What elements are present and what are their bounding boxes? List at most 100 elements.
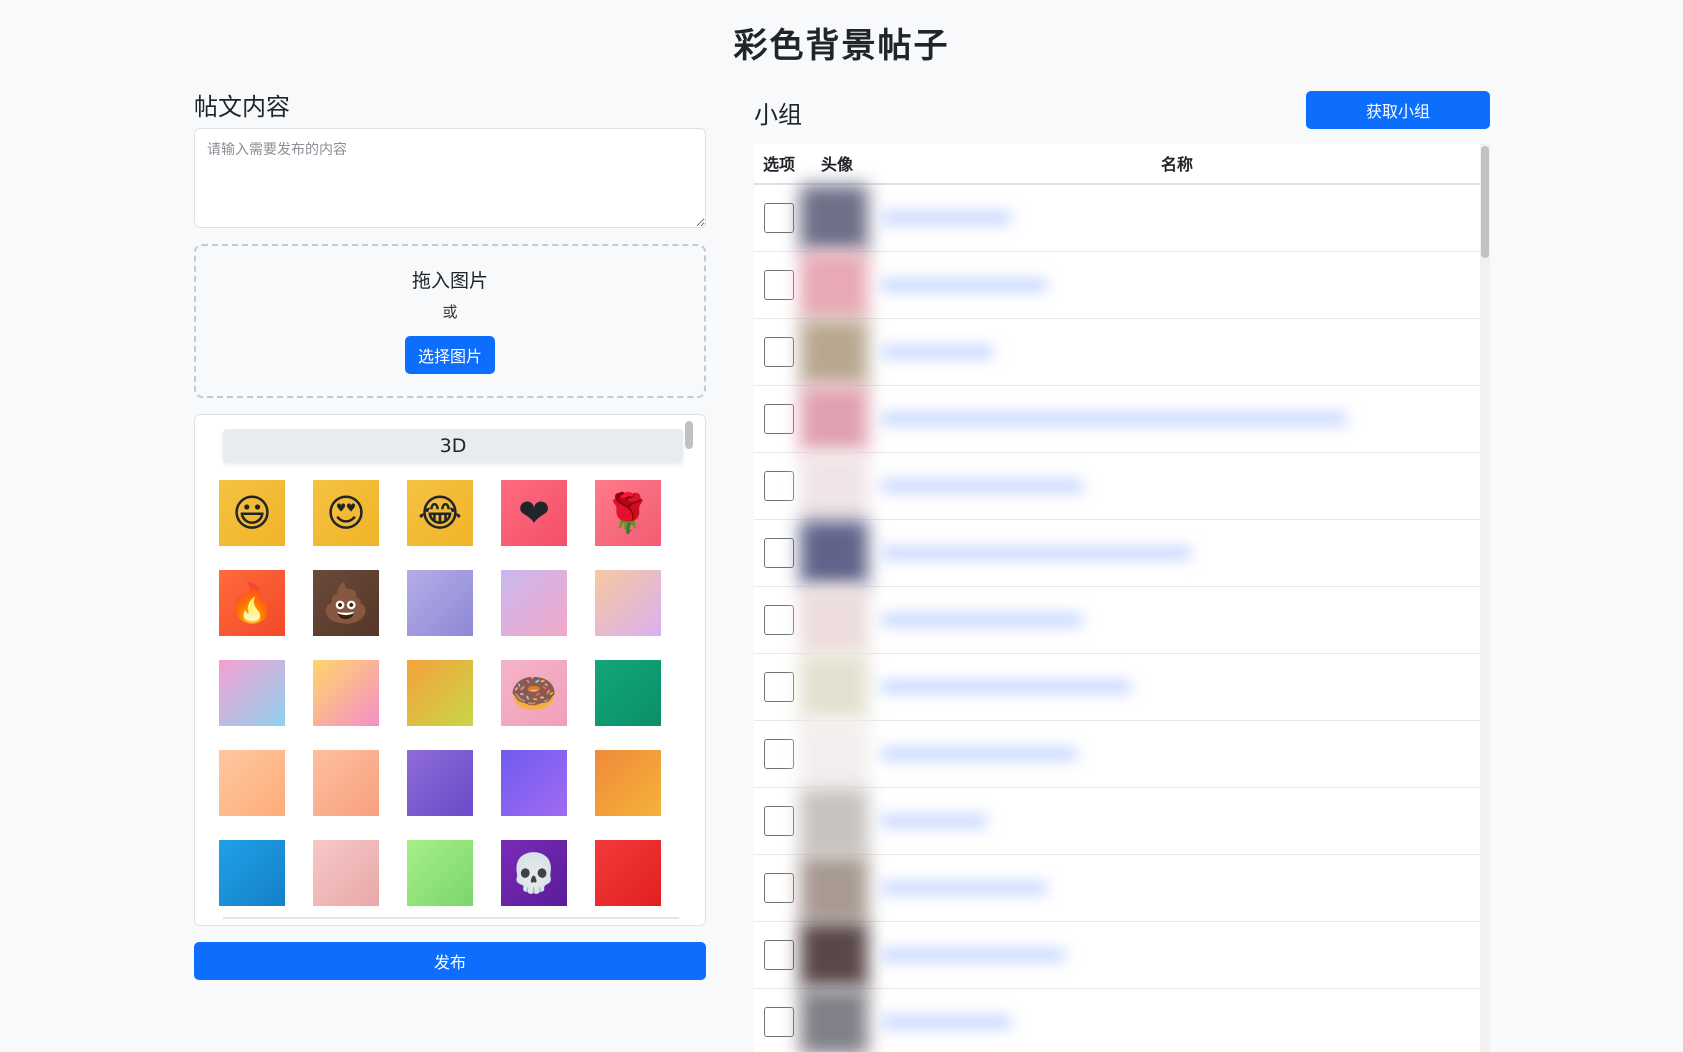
background-tile[interactable]: 😂 <box>407 480 473 546</box>
background-tile[interactable]: 🍩 <box>501 660 567 726</box>
table-row <box>754 520 1490 587</box>
background-tile[interactable] <box>407 660 473 726</box>
background-picker-scrollbar[interactable] <box>685 421 693 449</box>
background-tile[interactable] <box>595 840 661 906</box>
avatar <box>800 855 868 921</box>
dropzone-title: 拖入图片 <box>411 270 488 292</box>
group-name <box>880 680 1132 694</box>
image-dropzone[interactable]: 拖入图片 或 选择图片 <box>194 244 706 398</box>
group-select-checkbox[interactable] <box>764 1007 794 1037</box>
avatar <box>800 386 868 452</box>
avatar <box>800 922 868 988</box>
table-row <box>754 788 1490 855</box>
background-tile[interactable] <box>313 750 379 816</box>
post-composer: 帖文内容 拖入图片 或 选择图片 3D 😃 😍 😂 ❤ 🌹 🔥 💩 🍩 💀 发布 <box>194 86 706 980</box>
group-select-checkbox[interactable] <box>764 337 794 367</box>
background-tile[interactable] <box>407 750 473 816</box>
table-row <box>754 721 1490 788</box>
poop-icon: 💩 <box>322 581 370 625</box>
table-row <box>754 453 1490 520</box>
table-row <box>754 922 1490 989</box>
background-tile[interactable]: 😃 <box>219 480 285 546</box>
background-picker: 3D 😃 😍 😂 ❤ 🌹 🔥 💩 🍩 💀 <box>194 414 706 926</box>
avatar <box>800 453 868 519</box>
groups-table-scrollbar-thumb[interactable] <box>1481 146 1489 258</box>
group-name <box>880 412 1348 426</box>
background-tile[interactable]: ❤ <box>501 480 567 546</box>
background-category-header: 3D <box>223 429 683 463</box>
background-tile[interactable] <box>219 660 285 726</box>
group-name <box>880 479 1084 493</box>
group-select-checkbox[interactable] <box>764 538 794 568</box>
group-select-checkbox[interactable] <box>764 940 794 970</box>
table-row <box>754 185 1490 252</box>
group-select-checkbox[interactable] <box>764 203 794 233</box>
avatar <box>800 252 868 318</box>
background-picker-divider <box>223 917 679 919</box>
group-name <box>880 814 988 828</box>
column-header-name: 名称 <box>1161 155 1194 174</box>
group-name <box>880 1015 1012 1029</box>
table-row <box>754 252 1490 319</box>
group-select-checkbox[interactable] <box>764 404 794 434</box>
table-row <box>754 587 1490 654</box>
group-select-checkbox[interactable] <box>764 471 794 501</box>
avatar <box>800 185 868 251</box>
post-content-input[interactable] <box>194 128 706 228</box>
background-tile[interactable] <box>219 840 285 906</box>
avatar <box>800 319 868 385</box>
background-tile[interactable]: 💀 <box>501 840 567 906</box>
table-row <box>754 386 1490 453</box>
groups-panel: 小组 获取小组 选项 头像 名称 <box>754 90 1490 1052</box>
background-tile[interactable] <box>219 750 285 816</box>
background-tile[interactable] <box>501 750 567 816</box>
donut-icon: 🍩 <box>510 671 558 715</box>
rose-icon: 🌹 <box>604 491 652 535</box>
table-row <box>754 989 1490 1052</box>
group-name <box>880 613 1084 627</box>
group-name <box>880 211 1012 225</box>
background-tile[interactable] <box>407 840 473 906</box>
select-image-button[interactable]: 选择图片 <box>405 336 495 374</box>
page-title: 彩色背景帖子 <box>733 26 950 66</box>
dropzone-or-text: 或 <box>442 303 458 321</box>
table-row <box>754 654 1490 721</box>
group-select-checkbox[interactable] <box>764 672 794 702</box>
column-header-select: 选项 <box>763 155 796 174</box>
groups-table-scrollbar[interactable] <box>1480 144 1490 1052</box>
avatar <box>800 989 868 1052</box>
group-select-checkbox[interactable] <box>764 270 794 300</box>
background-tile[interactable]: 🔥 <box>219 570 285 636</box>
background-tile[interactable] <box>313 660 379 726</box>
heart-eyes-face-icon: 😍 <box>326 491 366 535</box>
red-heart-icon: ❤ <box>518 491 550 535</box>
background-tile[interactable] <box>501 570 567 636</box>
groups-table-body <box>754 185 1490 1052</box>
group-select-checkbox[interactable] <box>764 873 794 903</box>
publish-button[interactable]: 发布 <box>194 942 706 980</box>
group-select-checkbox[interactable] <box>764 605 794 635</box>
background-tile[interactable] <box>595 570 661 636</box>
table-row <box>754 319 1490 386</box>
fetch-groups-button[interactable]: 获取小组 <box>1306 91 1490 129</box>
avatar <box>800 654 868 720</box>
background-tile[interactable] <box>407 570 473 636</box>
group-name <box>880 747 1078 761</box>
background-tile[interactable] <box>313 840 379 906</box>
grinning-face-icon: 😃 <box>232 491 272 535</box>
groups-table: 选项 头像 名称 <box>754 144 1490 1052</box>
avatar <box>800 587 868 653</box>
groups-header: 小组 获取小组 <box>754 90 1490 146</box>
groups-table-header: 选项 头像 名称 <box>754 144 1490 185</box>
group-select-checkbox[interactable] <box>764 739 794 769</box>
background-tile[interactable]: 😍 <box>313 480 379 546</box>
background-tile[interactable] <box>595 750 661 816</box>
skull-icon: 💀 <box>510 851 558 895</box>
background-tile[interactable]: 🌹 <box>595 480 661 546</box>
background-tile[interactable]: 💩 <box>313 570 379 636</box>
group-name <box>880 345 994 359</box>
tears-of-joy-face-icon: 😂 <box>417 491 463 535</box>
group-name <box>880 948 1066 962</box>
group-select-checkbox[interactable] <box>764 806 794 836</box>
background-tile[interactable] <box>595 660 661 726</box>
